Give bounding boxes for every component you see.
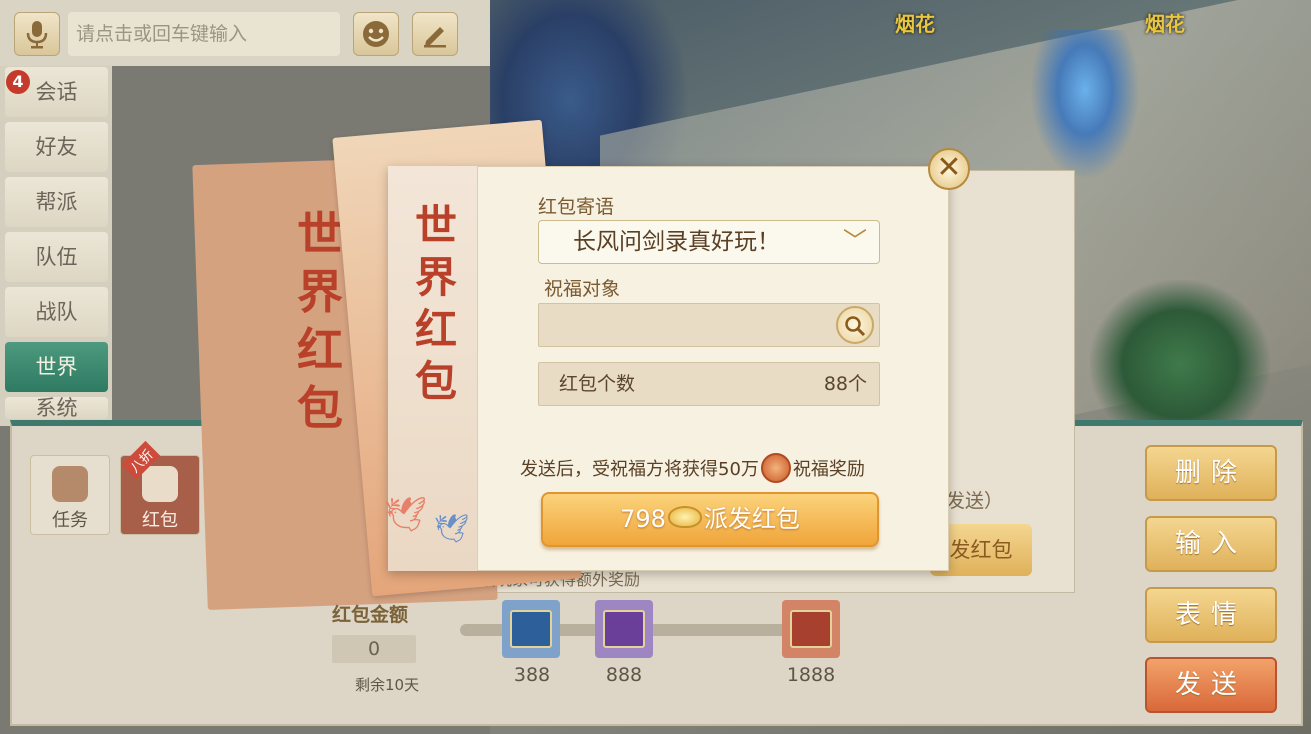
pencil-icon: [424, 27, 446, 48]
emoji-panel-button[interactable]: 表情: [1145, 587, 1277, 643]
tab-team[interactable]: 队伍: [5, 232, 108, 282]
coin-icon: [760, 453, 791, 483]
tab-world[interactable]: 世界: [5, 342, 108, 392]
hongbao-label: 红包: [142, 510, 178, 531]
send-paren-note: 发送）: [946, 490, 1004, 512]
dispatch-label: 派发红包: [703, 505, 800, 533]
amount-value: 0: [332, 635, 416, 663]
book-icon: [510, 610, 552, 648]
chat-input[interactable]: 请点击或回车键输入: [68, 12, 340, 56]
unread-badge: 4: [6, 70, 30, 94]
milestone-value: 1888: [786, 664, 836, 686]
book-icon: [603, 610, 645, 648]
milestone-value: 388: [513, 664, 551, 686]
dialog-title: 世界红包: [414, 201, 457, 406]
note-prefix: 发送后，受祝福方将获得50万: [520, 459, 759, 480]
smiley-icon: [363, 21, 389, 47]
close-button[interactable]: ✕: [928, 148, 970, 190]
reward-chest-388[interactable]: [502, 600, 560, 658]
send-button[interactable]: 发送: [1145, 657, 1277, 713]
remaining-days: 剩余10天: [355, 676, 420, 694]
scroll-icon: [52, 466, 88, 502]
tab-friends[interactable]: 好友: [5, 122, 108, 172]
count-label: 红包个数: [559, 373, 636, 395]
book-icon: [790, 610, 832, 648]
message-select[interactable]: 长风问剑录真好玩！: [538, 220, 880, 264]
chevron-down-icon[interactable]: ﹀: [840, 226, 870, 256]
tab-system[interactable]: 系统: [5, 397, 108, 419]
milestone-value: 888: [605, 664, 643, 686]
close-icon: ✕: [936, 150, 962, 185]
emoji-button[interactable]: [353, 12, 399, 56]
amount-label: 红包金额: [332, 604, 409, 626]
tab-squad[interactable]: 战队: [5, 287, 108, 337]
voice-button[interactable]: [14, 12, 60, 56]
task-label: 任务: [52, 510, 88, 531]
price-value: 798: [620, 505, 666, 533]
delete-button[interactable]: 删除: [1145, 445, 1277, 501]
edit-button[interactable]: [412, 12, 458, 56]
reward-note: 发送后，受祝福方将获得50万 祝福奖励: [520, 453, 865, 485]
firework-label: 烟花: [1145, 12, 1185, 36]
search-icon: [845, 316, 866, 337]
dispatch-hongbao-button[interactable]: 798 派发红包: [541, 492, 879, 547]
count-value: 88个: [823, 373, 867, 395]
target-label: 祝福对象: [544, 278, 621, 300]
firework-label: 烟花: [895, 12, 935, 36]
tab-guild[interactable]: 帮派: [5, 177, 108, 227]
count-row: 红包个数 88个: [538, 362, 880, 406]
search-button[interactable]: [836, 306, 874, 344]
task-button[interactable]: 任务: [30, 455, 110, 535]
paper-crane-icon: 🕊: [384, 495, 428, 535]
palm-tree-decoration: [1090, 280, 1270, 420]
hongbao-icon: [142, 466, 178, 502]
note-suffix: 祝福奖励: [792, 459, 865, 480]
reward-chest-1888[interactable]: [782, 600, 840, 658]
player-character[interactable]: [1030, 30, 1140, 180]
gold-ingot-icon: [667, 506, 702, 528]
paper-crane-icon: 🕊: [434, 512, 470, 545]
target-input[interactable]: [538, 303, 880, 347]
message-label: 红包寄语: [538, 196, 615, 218]
input-button[interactable]: 输入: [1145, 516, 1277, 572]
reward-chest-888[interactable]: [595, 600, 653, 658]
microphone-icon: [26, 21, 48, 49]
